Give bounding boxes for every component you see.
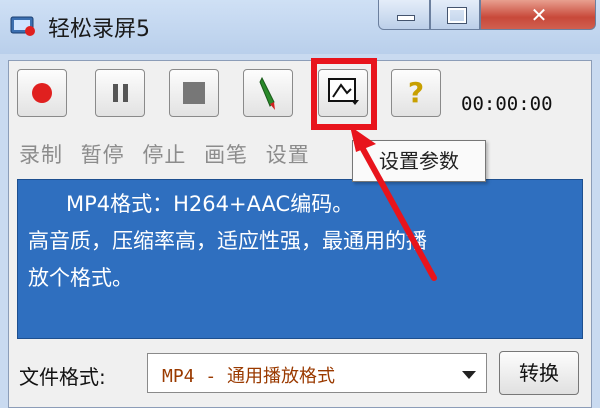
window-title: 轻松录屏5 — [48, 17, 150, 42]
main-panel: ? 00:00:00 录制 暂停 停止 画笔 设置 MP4格式：H264+AAC… — [8, 60, 592, 408]
title-bar[interactable]: 轻松录屏5 ✕ — [0, 0, 600, 54]
description-line: MP4格式：H264+AAC编码。 — [66, 192, 354, 216]
minimize-icon — [397, 15, 415, 21]
close-icon: ✕ — [530, 3, 548, 27]
pen-label: 画笔 — [204, 143, 249, 167]
record-button[interactable] — [17, 69, 67, 117]
chevron-down-icon — [462, 371, 476, 379]
app-icon — [10, 16, 35, 36]
help-button[interactable]: ? — [391, 69, 441, 117]
record-icon — [32, 83, 52, 103]
file-format-value: MP4 - 通用播放格式 — [162, 366, 336, 387]
help-icon: ? — [407, 76, 425, 109]
pen-button[interactable] — [243, 69, 293, 117]
pen-icon — [259, 76, 275, 110]
description-line: 放个格式。 — [28, 266, 133, 290]
close-button[interactable]: ✕ — [480, 0, 596, 30]
highlight-box — [311, 58, 377, 130]
stop-label: 停止 — [142, 143, 187, 167]
timer-display: 00:00:00 — [461, 93, 553, 115]
settings-tooltip: 设置参数 — [352, 140, 486, 182]
file-format-select[interactable]: MP4 - 通用播放格式 — [147, 353, 487, 393]
settings-label: 设置 — [265, 143, 310, 167]
pause-button[interactable] — [95, 69, 145, 117]
maximize-button[interactable] — [430, 0, 480, 30]
record-label: 录制 — [19, 143, 63, 167]
convert-button[interactable]: 转换 — [499, 351, 579, 395]
app-window: 轻松录屏5 ✕ ? 00:00:00 录制 暂停 停止 画笔 设置 MP4格式：… — [0, 0, 600, 408]
description-line: 高音质，压缩率高，适应性强，最通用的播 — [28, 229, 427, 253]
toolbar-labels: 录制 暂停 停止 画笔 设置 — [19, 139, 320, 169]
format-description: MP4格式：H264+AAC编码。 高音质，压缩率高，适应性强，最通用的播 放个… — [17, 179, 583, 339]
stop-button[interactable] — [169, 69, 219, 117]
file-format-label: 文件格式: — [19, 365, 106, 389]
pause-label: 暂停 — [80, 143, 125, 167]
maximize-icon — [447, 7, 467, 24]
stop-icon — [183, 82, 205, 104]
minimize-button[interactable] — [378, 0, 430, 30]
